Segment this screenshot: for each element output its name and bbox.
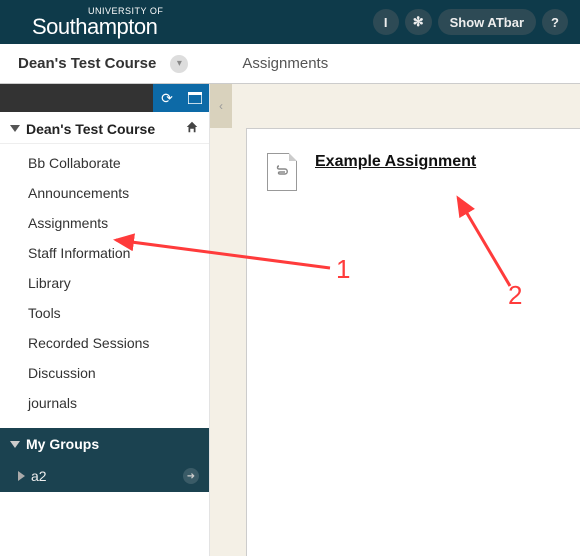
- sidebar-item-discussion[interactable]: Discussion: [0, 358, 209, 388]
- content-area: ‹ Example Assignment: [210, 84, 580, 556]
- top-right-controls: I ✻ Show ATbar ?: [373, 9, 568, 35]
- logo-big-text: Southampton: [32, 16, 157, 38]
- attachment-icon: [267, 153, 297, 191]
- layout-button[interactable]: [181, 84, 209, 112]
- group-item-label: a2: [31, 468, 47, 484]
- help-button[interactable]: ?: [542, 9, 568, 35]
- sidebar-toolbar: ⟳: [0, 84, 209, 112]
- arrow-right-icon: ➜: [183, 468, 199, 484]
- breadcrumb: Dean's Test Course ▾ Assignments: [0, 44, 580, 84]
- content-panel: Example Assignment: [246, 128, 580, 556]
- home-icon[interactable]: [185, 120, 199, 137]
- chevron-down-icon[interactable]: ▾: [170, 55, 188, 73]
- show-atbar-button[interactable]: Show ATbar: [438, 9, 536, 35]
- triangle-down-icon: [10, 125, 20, 132]
- sidebar-item-tools[interactable]: Tools: [0, 298, 209, 328]
- course-menu-header[interactable]: Dean's Test Course: [0, 112, 209, 144]
- collapse-sidebar-button[interactable]: ‹: [210, 84, 232, 128]
- example-assignment-link[interactable]: Example Assignment: [315, 153, 476, 171]
- main-area: ⟳ Dean's Test Course Bb Collaborate Anno…: [0, 84, 580, 556]
- triangle-down-icon: [10, 441, 20, 448]
- top-bar: UNIVERSITY OF Southampton I ✻ Show ATbar…: [0, 0, 580, 44]
- star-button[interactable]: ✻: [405, 9, 432, 35]
- chevron-left-icon: ‹: [219, 99, 223, 113]
- sidebar-item-recorded-sessions[interactable]: Recorded Sessions: [0, 328, 209, 358]
- sidebar-item-staff-information[interactable]: Staff Information: [0, 238, 209, 268]
- breadcrumb-course[interactable]: Dean's Test Course: [18, 55, 156, 72]
- course-menu-title: Dean's Test Course: [26, 121, 155, 137]
- sidebar-item-bb-collaborate[interactable]: Bb Collaborate: [0, 148, 209, 178]
- group-item-a2[interactable]: a2 ➜: [0, 460, 209, 492]
- refresh-icon: ⟳: [161, 90, 173, 107]
- refresh-button[interactable]: ⟳: [153, 84, 181, 112]
- breadcrumb-page: Assignments: [242, 55, 328, 72]
- my-groups-title: My Groups: [26, 436, 99, 452]
- my-groups-header[interactable]: My Groups: [0, 428, 209, 460]
- sidebar-item-journals[interactable]: journals: [0, 388, 209, 418]
- sidebar: ⟳ Dean's Test Course Bb Collaborate Anno…: [0, 84, 210, 556]
- sidebar-item-assignments[interactable]: Assignments: [0, 208, 209, 238]
- assignment-row: Example Assignment: [267, 153, 560, 191]
- logo: UNIVERSITY OF Southampton: [32, 7, 163, 38]
- info-button[interactable]: I: [373, 9, 399, 35]
- layout-icon: [188, 92, 202, 104]
- sidebar-item-library[interactable]: Library: [0, 268, 209, 298]
- triangle-right-icon: [18, 471, 25, 481]
- course-nav-list: Bb Collaborate Announcements Assignments…: [0, 144, 209, 428]
- sidebar-item-announcements[interactable]: Announcements: [0, 178, 209, 208]
